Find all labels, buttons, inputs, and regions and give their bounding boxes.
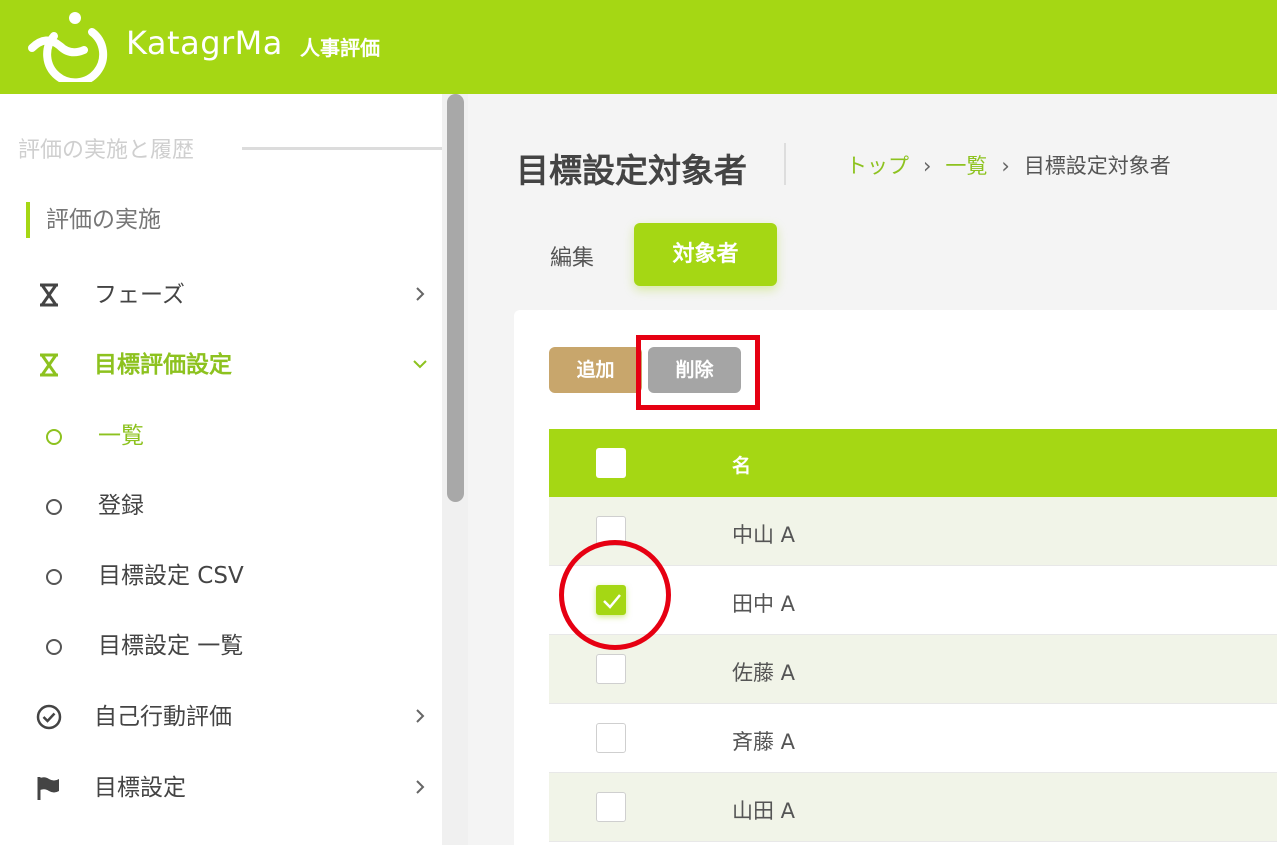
add-button[interactable]: 追加 xyxy=(549,347,642,393)
sidebar-sub-heading: 評価の実施 xyxy=(26,202,161,238)
sidebar-subitem-label: 一覧 xyxy=(98,423,144,449)
row-name: 中山 A xyxy=(732,523,796,547)
chevron-right-icon xyxy=(416,780,425,794)
page-title: 目標設定対象者 xyxy=(516,151,747,190)
table-row: 斉藤 A xyxy=(549,704,1277,773)
sidebar-item-goal-evaluation[interactable]: 目標評価設定 xyxy=(0,340,442,390)
brand-name: KatagrMa xyxy=(126,24,283,62)
circle-icon xyxy=(46,569,62,585)
breadcrumb-separator: › xyxy=(1001,154,1010,178)
sidebar-subitem-csv[interactable]: 目標設定 CSV xyxy=(0,551,442,601)
table-row: 佐藤 A xyxy=(549,635,1277,704)
hourglass-icon xyxy=(40,353,58,377)
flag-icon xyxy=(37,777,59,800)
circle-icon xyxy=(46,499,62,515)
breadcrumb: トップ › 一覧 › 目標設定対象者 xyxy=(846,150,1171,180)
sidebar-subitem-register[interactable]: 登録 xyxy=(0,481,442,531)
section-divider xyxy=(242,147,442,150)
sidebar-item-label: 自己行動評価 xyxy=(94,704,232,730)
sidebar-scrollbar-thumb[interactable] xyxy=(447,94,464,502)
sidebar-item-goal-setting[interactable]: 目標設定 xyxy=(0,763,442,813)
breadcrumb-current: 目標設定対象者 xyxy=(1023,154,1171,178)
sidebar-subitem-label: 目標設定 一覧 xyxy=(98,633,244,659)
sidebar-item-label: 目標評価設定 xyxy=(94,352,232,378)
sidebar-item-label: 目標設定 xyxy=(94,775,186,801)
sidebar-subitem-label: 目標設定 CSV xyxy=(98,563,244,589)
sidebar-item-self-evaluation[interactable]: 自己行動評価 xyxy=(0,692,442,742)
chevron-right-icon xyxy=(416,287,425,301)
breadcrumb-separator: › xyxy=(923,154,932,178)
row-checkbox[interactable] xyxy=(596,792,626,822)
breadcrumb-top[interactable]: トップ xyxy=(846,154,909,178)
row-name: 山田 A xyxy=(732,799,796,823)
table-header: 名 xyxy=(549,429,1277,497)
highlight-circle xyxy=(559,540,671,650)
row-name: 田中 A xyxy=(732,592,796,616)
product-name: 人事評価 xyxy=(300,36,380,60)
row-checkbox[interactable] xyxy=(596,723,626,753)
table-row: 中山 A xyxy=(549,497,1277,566)
sidebar-subitem-label: 登録 xyxy=(98,493,144,519)
circle-icon xyxy=(46,429,62,445)
tab-target[interactable]: 対象者 xyxy=(634,223,777,286)
sidebar-section-title: 評価の実施と履歴 xyxy=(18,138,195,163)
sidebar-item-phase[interactable]: フェーズ xyxy=(0,270,442,320)
title-divider xyxy=(784,143,786,185)
logo-icon xyxy=(28,12,108,82)
row-checkbox[interactable] xyxy=(596,654,626,684)
select-all-checkbox[interactable] xyxy=(596,448,626,478)
row-name: 斉藤 A xyxy=(732,730,796,754)
tab-edit[interactable]: 編集 xyxy=(550,240,594,272)
chevron-right-icon xyxy=(416,709,425,723)
chevron-down-icon xyxy=(413,360,427,369)
sidebar-item-label: フェーズ xyxy=(94,282,185,308)
hourglass-icon xyxy=(40,283,58,307)
circle-icon xyxy=(46,639,62,655)
app-header: KatagrMa 人事評価 xyxy=(0,0,1277,94)
row-name: 佐藤 A xyxy=(732,661,796,685)
highlight-box xyxy=(636,335,760,410)
table-row: 山田 A xyxy=(549,773,1277,842)
sidebar: 評価の実施と履歴 評価の実施 フェーズ 目標評価設定 一覧 登録 目標設定 CS… xyxy=(0,94,442,845)
breadcrumb-list[interactable]: 一覧 xyxy=(945,154,987,178)
check-circle-icon xyxy=(36,704,62,730)
sidebar-subitem-list[interactable]: 一覧 xyxy=(0,411,442,461)
sidebar-subitem-goal-list[interactable]: 目標設定 一覧 xyxy=(0,621,442,671)
column-header-name: 名 xyxy=(732,455,752,477)
